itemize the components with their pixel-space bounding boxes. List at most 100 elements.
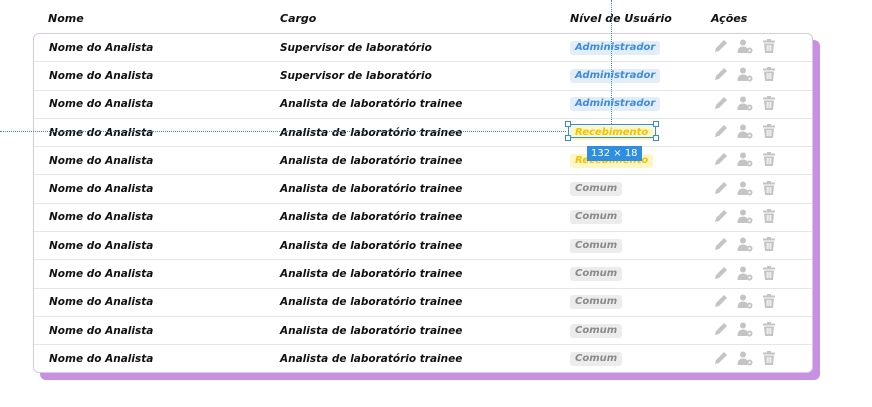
analyst-name: Nome do Analista xyxy=(49,239,154,252)
edit-button[interactable] xyxy=(712,39,730,57)
level-cell: Administrador xyxy=(570,97,661,112)
user-permissions-button[interactable] xyxy=(736,322,754,340)
user-settings-icon xyxy=(737,208,753,227)
delete-button[interactable] xyxy=(760,124,778,142)
delete-button[interactable] xyxy=(760,293,778,311)
row-actions xyxy=(712,95,778,113)
users-table: Nome do Analista Supervisor de laboratóri… xyxy=(33,33,813,373)
row-actions xyxy=(712,265,778,283)
pencil-icon xyxy=(713,151,729,170)
delete-button[interactable] xyxy=(760,265,778,283)
trash-icon xyxy=(761,321,777,340)
level-cell: Comum xyxy=(570,182,623,197)
selection-box xyxy=(565,121,659,141)
trash-icon xyxy=(761,38,777,57)
analyst-name: Nome do Analista xyxy=(49,98,154,111)
user-permissions-button[interactable] xyxy=(736,265,754,283)
table-row: Nome do Analista Analista de laboratório … xyxy=(34,260,812,289)
user-level-badge: Comum xyxy=(570,210,623,225)
resize-handle[interactable] xyxy=(565,135,571,141)
trash-icon xyxy=(761,236,777,255)
user-settings-icon xyxy=(737,236,753,255)
edit-button[interactable] xyxy=(712,124,730,142)
table-row: Nome do Analista Analista de laboratório … xyxy=(34,91,812,119)
analyst-role: Analista de laboratório trainee xyxy=(280,324,463,337)
delete-button[interactable] xyxy=(760,67,778,85)
edit-button[interactable] xyxy=(712,208,730,226)
user-permissions-button[interactable] xyxy=(736,180,754,198)
delete-button[interactable] xyxy=(760,237,778,255)
analyst-role: Analista de laboratório trainee xyxy=(280,98,463,111)
delete-button[interactable] xyxy=(760,39,778,57)
dimension-tag: 132 × 18 xyxy=(587,146,642,161)
trash-icon xyxy=(761,123,777,142)
trash-icon xyxy=(761,350,777,369)
analyst-role: Analista de laboratório trainee xyxy=(280,268,463,281)
resize-handle[interactable] xyxy=(653,135,659,141)
trash-icon xyxy=(761,208,777,227)
trash-icon xyxy=(761,180,777,199)
user-permissions-button[interactable] xyxy=(736,350,754,368)
delete-button[interactable] xyxy=(760,322,778,340)
user-level-badge: Comum xyxy=(570,238,623,253)
user-permissions-button[interactable] xyxy=(736,95,754,113)
row-actions xyxy=(712,350,778,368)
user-permissions-button[interactable] xyxy=(736,67,754,85)
delete-button[interactable] xyxy=(760,350,778,368)
user-settings-icon xyxy=(737,293,753,312)
table-header: Nome Cargo Nível de Usuário Ações xyxy=(0,12,872,32)
table-row: Nome do Analista Supervisor de laboratóri… xyxy=(34,62,812,91)
user-settings-icon xyxy=(737,321,753,340)
resize-handle[interactable] xyxy=(565,121,571,127)
edit-button[interactable] xyxy=(712,237,730,255)
delete-button[interactable] xyxy=(760,208,778,226)
table-row: Nome do Analista Analista de laboratório … xyxy=(34,176,812,204)
user-level-badge: Administrador xyxy=(570,68,661,83)
user-permissions-button[interactable] xyxy=(736,237,754,255)
row-actions xyxy=(712,152,778,170)
analyst-role: Analista de laboratório trainee xyxy=(280,126,463,139)
user-settings-icon xyxy=(737,66,753,85)
analyst-role: Analista de laboratório trainee xyxy=(280,353,463,366)
edit-button[interactable] xyxy=(712,152,730,170)
edit-button[interactable] xyxy=(712,350,730,368)
delete-button[interactable] xyxy=(760,152,778,170)
trash-icon xyxy=(761,265,777,284)
user-permissions-button[interactable] xyxy=(736,124,754,142)
column-header-actions: Ações xyxy=(711,12,748,25)
user-permissions-button[interactable] xyxy=(736,152,754,170)
level-cell: Comum xyxy=(570,238,623,253)
edit-button[interactable] xyxy=(712,322,730,340)
edit-button[interactable] xyxy=(712,180,730,198)
column-header-level: Nível de Usuário xyxy=(570,12,672,25)
user-settings-icon xyxy=(737,95,753,114)
pencil-icon xyxy=(713,95,729,114)
user-level-badge: Comum xyxy=(570,182,623,197)
user-permissions-button[interactable] xyxy=(736,208,754,226)
analyst-name: Nome do Analista xyxy=(49,211,154,224)
trash-icon xyxy=(761,151,777,170)
analyst-role: Analista de laboratório trainee xyxy=(280,296,463,309)
resize-handle[interactable] xyxy=(653,121,659,127)
trash-icon xyxy=(761,293,777,312)
user-level-badge: Comum xyxy=(570,323,623,338)
pencil-icon xyxy=(713,180,729,199)
edit-button[interactable] xyxy=(712,95,730,113)
user-permissions-button[interactable] xyxy=(736,39,754,57)
row-actions xyxy=(712,124,778,142)
analyst-name: Nome do Analista xyxy=(49,154,154,167)
user-permissions-button[interactable] xyxy=(736,293,754,311)
trash-icon xyxy=(761,95,777,114)
delete-button[interactable] xyxy=(760,95,778,113)
edit-button[interactable] xyxy=(712,265,730,283)
analyst-name: Nome do Analista xyxy=(49,183,154,196)
analyst-role: Analista de laboratório trainee xyxy=(280,239,463,252)
table-row: Nome do Analista Analista de laboratório … xyxy=(34,119,812,148)
pencil-icon xyxy=(713,321,729,340)
edit-button[interactable] xyxy=(712,293,730,311)
user-settings-icon xyxy=(737,350,753,369)
row-actions xyxy=(712,322,778,340)
edit-button[interactable] xyxy=(712,67,730,85)
user-level-badge: Comum xyxy=(570,352,623,367)
delete-button[interactable] xyxy=(760,180,778,198)
